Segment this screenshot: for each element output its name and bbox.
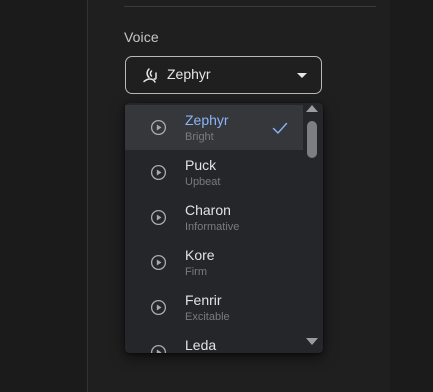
play-circle-icon bbox=[150, 344, 167, 353]
play-circle-icon bbox=[150, 164, 167, 181]
right-gutter bbox=[390, 0, 433, 392]
scrollbar-thumb[interactable] bbox=[307, 121, 317, 158]
voice-option-description: Bright bbox=[185, 131, 214, 143]
voice-option-description: Upbeat bbox=[185, 176, 221, 188]
voice-option-fenrir[interactable]: Fenrir Excitable bbox=[125, 285, 303, 330]
voice-option-kore[interactable]: Kore Firm bbox=[125, 240, 303, 285]
left-gutter bbox=[0, 0, 87, 392]
voice-label: Voice bbox=[124, 29, 159, 45]
play-circle-icon bbox=[150, 299, 167, 316]
scroll-down-arrow-icon[interactable] bbox=[306, 338, 318, 345]
voice-option-name: Zephyr bbox=[185, 112, 229, 128]
voice-option-charon[interactable]: Charon Informative bbox=[125, 195, 303, 240]
voice-option-name: Puck bbox=[185, 157, 217, 173]
section-divider bbox=[124, 6, 376, 7]
voice-select[interactable]: Zephyr bbox=[125, 56, 322, 94]
caret-down-icon bbox=[297, 73, 307, 78]
voice-option-name: Charon bbox=[185, 202, 231, 218]
voice-option-name: Kore bbox=[185, 247, 215, 263]
voice-dropdown-menu: Zephyr Bright Puck Upbeat Charon Informa… bbox=[125, 103, 323, 353]
selected-voice-value: Zephyr bbox=[167, 66, 211, 82]
voice-option-description: Informative bbox=[185, 221, 240, 233]
voice-option-zephyr[interactable]: Zephyr Bright bbox=[125, 105, 303, 150]
scroll-up-arrow-icon[interactable] bbox=[306, 105, 318, 112]
voice-option-description: Firm bbox=[185, 266, 207, 278]
play-circle-icon bbox=[150, 119, 167, 136]
voice-option-puck[interactable]: Puck Upbeat bbox=[125, 150, 303, 195]
check-icon bbox=[272, 122, 288, 134]
voice-option-name: Fenrir bbox=[185, 292, 222, 308]
voice-option-description: Excitable bbox=[185, 311, 230, 323]
voice-option-leda[interactable]: Leda bbox=[125, 330, 303, 353]
play-circle-icon bbox=[150, 254, 167, 271]
voice-option-name: Leda bbox=[185, 337, 217, 353]
play-circle-icon bbox=[150, 209, 167, 226]
voice-wave-icon bbox=[143, 68, 157, 83]
